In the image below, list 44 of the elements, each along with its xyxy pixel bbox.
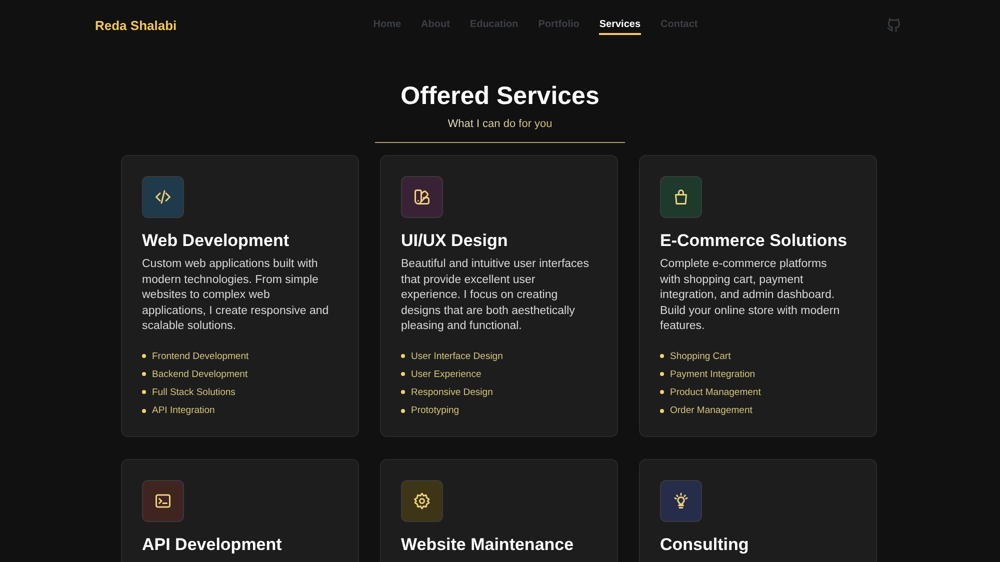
card-title: API Development xyxy=(142,535,283,555)
card-description: Custom web applications built with modern technologies. From simple websites to complex web applications, I create responsive and scalable solutions. xyxy=(142,257,330,334)
bullet-icon xyxy=(142,408,146,413)
feature-item: Frontend Development xyxy=(152,350,249,362)
bullet-icon xyxy=(660,408,664,413)
gear-icon xyxy=(413,492,431,510)
feature-item: Prototyping xyxy=(411,405,460,416)
bullet-icon xyxy=(660,372,664,376)
section-title: Offered Services xyxy=(400,82,600,111)
bullet-icon xyxy=(401,408,405,413)
nav-link[interactable]: Services xyxy=(599,16,641,34)
feature-item: Product Management xyxy=(670,386,761,398)
card-description: Beautiful and intuitive user interfaces that provide excellent user experience. I focus on creating designs that are both aesthetically pleasing and functional. xyxy=(401,257,590,334)
section-subtitle: What I can do for you xyxy=(448,118,552,130)
feature-item: Responsive Design xyxy=(411,386,493,398)
bullet-icon xyxy=(660,390,664,394)
feature-item: Order Management xyxy=(670,405,752,416)
logo[interactable]: Reda Shalabi xyxy=(95,18,335,32)
code-icon xyxy=(154,188,172,206)
lightbulb-icon xyxy=(672,492,690,510)
swatch-icon xyxy=(413,188,431,206)
card-title: E-Commerce Solutions xyxy=(660,231,848,251)
card-title: Consulting xyxy=(660,535,750,555)
card-title: Website Maintenance xyxy=(401,535,575,555)
bullet-icon xyxy=(401,372,405,376)
bullet-icon xyxy=(401,390,405,394)
feature-item: API Integration xyxy=(152,405,215,416)
feature-item: User Interface Design xyxy=(411,350,503,362)
bullet-icon xyxy=(660,354,664,358)
feature-item: User Experience xyxy=(411,368,482,380)
feature-item: Backend Development xyxy=(152,368,248,380)
feature-item: Full Stack Solutions xyxy=(152,386,236,398)
github-icon[interactable] xyxy=(886,17,902,33)
bag-icon xyxy=(672,188,690,206)
bullet-icon xyxy=(142,390,146,394)
card-title: Web Development xyxy=(142,231,290,251)
card-description: Complete e-commerce platforms with shopping cart, payment integration, and admin dashboard. Build your online store with modern features. xyxy=(660,257,841,334)
bullet-icon xyxy=(142,372,146,376)
bullet-icon xyxy=(401,354,405,358)
card-title: UI/UX Design xyxy=(401,231,509,251)
bullet-icon xyxy=(142,354,146,358)
feature-item: Shopping Cart xyxy=(670,350,731,362)
feature-item: Payment Integration xyxy=(670,368,756,380)
terminal-icon xyxy=(154,492,172,510)
